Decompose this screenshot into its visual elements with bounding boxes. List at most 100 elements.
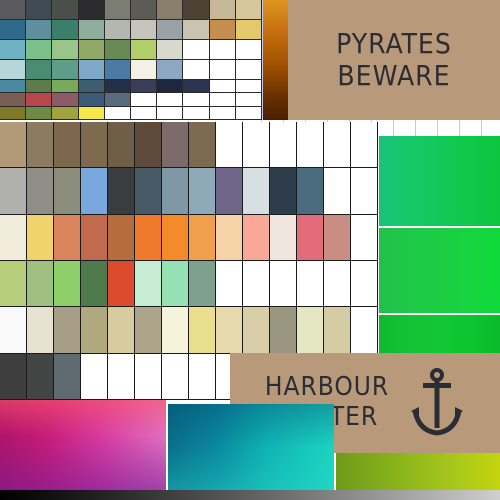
pyrates-beware-text: PYRATES BEWARE bbox=[336, 26, 452, 92]
color-swatch bbox=[235, 0, 262, 20]
color-swatch bbox=[235, 80, 262, 94]
color-swatch bbox=[81, 307, 108, 354]
color-swatch bbox=[52, 20, 79, 40]
color-swatch bbox=[183, 80, 210, 94]
color-swatch bbox=[162, 353, 189, 400]
color-swatch bbox=[297, 214, 324, 261]
color-swatch bbox=[235, 40, 262, 60]
color-swatch bbox=[78, 106, 105, 120]
color-swatch bbox=[209, 40, 236, 60]
color-swatch bbox=[54, 122, 81, 169]
color-swatch bbox=[351, 307, 378, 354]
magenta-gradient-panel bbox=[0, 400, 166, 490]
color-swatch bbox=[135, 307, 162, 354]
color-swatch bbox=[0, 260, 27, 308]
color-swatch bbox=[131, 40, 158, 60]
color-swatch bbox=[26, 106, 53, 120]
color-swatch bbox=[131, 93, 158, 107]
color-swatch bbox=[26, 93, 53, 107]
color-swatch bbox=[297, 122, 324, 169]
color-swatch bbox=[183, 60, 210, 80]
color-swatch bbox=[78, 20, 105, 40]
color-swatch bbox=[243, 168, 270, 215]
color-swatch bbox=[131, 20, 158, 40]
color-swatch bbox=[108, 353, 135, 400]
color-swatch bbox=[243, 214, 270, 261]
color-swatch bbox=[183, 40, 210, 60]
lime-gradient-panel bbox=[336, 453, 500, 490]
color-swatch bbox=[0, 60, 27, 80]
color-swatch bbox=[0, 0, 27, 20]
color-swatch bbox=[209, 93, 236, 107]
color-swatch bbox=[78, 40, 105, 60]
color-swatch bbox=[108, 260, 135, 308]
color-swatch bbox=[78, 60, 105, 80]
palette-grid-top-2 bbox=[0, 80, 262, 120]
color-swatch bbox=[209, 80, 236, 94]
color-swatch bbox=[104, 80, 131, 94]
color-swatch bbox=[183, 20, 210, 40]
color-swatch bbox=[183, 93, 210, 107]
color-swatch bbox=[351, 214, 378, 261]
color-swatch bbox=[162, 168, 189, 215]
green-gradient-panel bbox=[378, 136, 500, 353]
color-swatch bbox=[324, 214, 351, 261]
color-swatch bbox=[297, 307, 324, 354]
color-swatch bbox=[135, 260, 162, 308]
color-swatch bbox=[324, 122, 351, 169]
color-swatch bbox=[0, 353, 27, 400]
color-swatch bbox=[131, 80, 158, 94]
color-swatch bbox=[104, 0, 131, 20]
color-swatch bbox=[0, 168, 27, 215]
color-swatch bbox=[209, 106, 236, 120]
color-swatch bbox=[162, 122, 189, 169]
color-swatch bbox=[52, 106, 79, 120]
color-swatch bbox=[27, 260, 54, 308]
color-swatch bbox=[104, 93, 131, 107]
color-swatch bbox=[297, 260, 324, 308]
color-swatch bbox=[243, 122, 270, 169]
color-swatch bbox=[52, 93, 79, 107]
color-swatch bbox=[0, 20, 27, 40]
color-swatch bbox=[135, 122, 162, 169]
color-swatch bbox=[157, 93, 184, 107]
color-swatch bbox=[0, 106, 27, 120]
color-swatch bbox=[351, 168, 378, 215]
color-swatch bbox=[189, 353, 216, 400]
color-swatch bbox=[235, 60, 262, 80]
color-swatch bbox=[157, 80, 184, 94]
color-swatch bbox=[270, 307, 297, 354]
color-swatch bbox=[0, 40, 27, 60]
color-swatch bbox=[209, 20, 236, 40]
color-swatch bbox=[81, 168, 108, 215]
color-swatch bbox=[81, 122, 108, 169]
color-swatch bbox=[189, 260, 216, 308]
color-swatch bbox=[78, 80, 105, 94]
color-swatch bbox=[183, 0, 210, 20]
color-swatch bbox=[54, 353, 81, 400]
color-swatch bbox=[81, 260, 108, 308]
color-swatch bbox=[27, 214, 54, 261]
color-swatch bbox=[324, 260, 351, 308]
color-swatch bbox=[78, 93, 105, 107]
color-swatch bbox=[78, 0, 105, 20]
color-swatch bbox=[27, 168, 54, 215]
color-swatch bbox=[351, 122, 378, 169]
color-swatch bbox=[54, 260, 81, 308]
teal-gradient-panel bbox=[168, 404, 334, 490]
color-swatch bbox=[235, 93, 262, 107]
color-swatch bbox=[270, 260, 297, 308]
color-swatch bbox=[108, 214, 135, 261]
color-swatch bbox=[189, 307, 216, 354]
color-swatch bbox=[270, 168, 297, 215]
color-swatch bbox=[189, 214, 216, 261]
color-swatch bbox=[209, 60, 236, 80]
color-swatch bbox=[135, 353, 162, 400]
color-swatch bbox=[324, 307, 351, 354]
color-swatch bbox=[162, 214, 189, 261]
color-swatch bbox=[0, 214, 27, 261]
color-swatch bbox=[131, 60, 158, 80]
pyrates-beware-sign: PYRATES BEWARE bbox=[288, 0, 500, 120]
color-swatch bbox=[54, 307, 81, 354]
color-swatch bbox=[54, 168, 81, 215]
